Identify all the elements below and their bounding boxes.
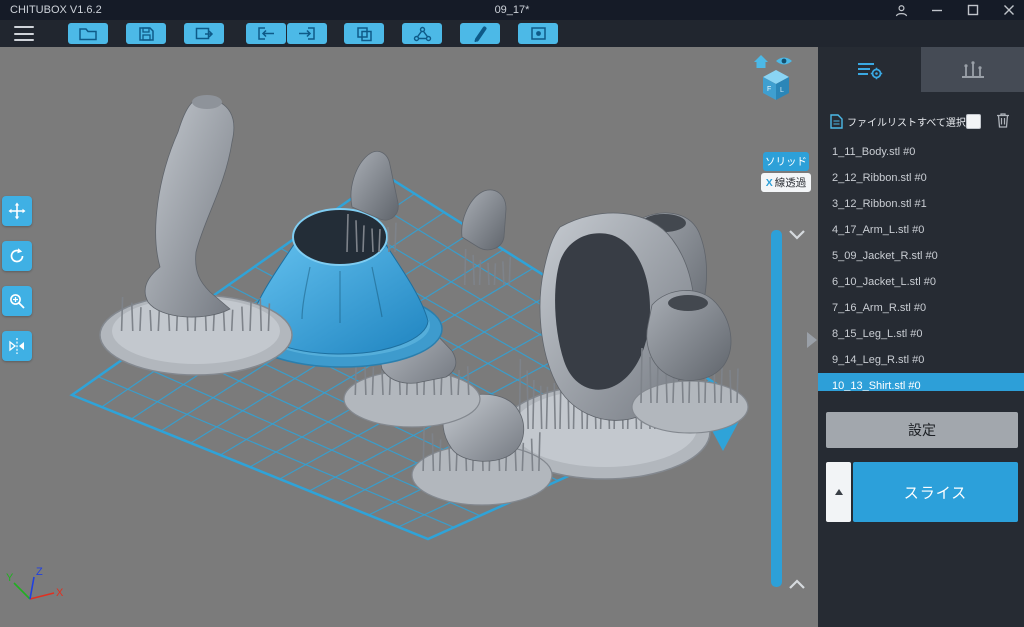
folder-icon [79,28,97,41]
render-mode-xray-button[interactable]: X 線透過 [761,173,811,192]
save-button[interactable] [126,23,166,44]
app-window: CHITUBOX V1.6.2 09_17* Y X Z F L ソリッド X … [0,0,1024,627]
rotate-tool-button[interactable] [2,241,32,271]
file-row[interactable]: 2_12_Ribbon.stl #0 [818,165,1024,191]
move-icon [8,202,26,220]
file-row-selected[interactable]: 10_13_Shirt.stl #0 [818,373,1024,391]
3d-viewport[interactable]: Y X Z [0,47,818,627]
minimize-button[interactable] [930,3,944,17]
3d-scene[interactable] [0,47,818,627]
tab-settings[interactable] [818,47,921,92]
tab-support[interactable] [921,47,1024,92]
select-all-label: ファイルリストすべて選択 [847,117,966,129]
slice-profile-dropdown[interactable] [826,462,851,522]
file-row[interactable]: 1_11_Body.stl #0 [818,139,1024,165]
svg-text:F: F [767,86,771,93]
support-pillars-icon [961,60,984,78]
panel-tabs [818,47,1024,92]
chevron-up-icon [834,489,843,495]
view-gizmo[interactable]: F L [752,52,802,102]
title-bar: CHITUBOX V1.6.2 09_17* [0,0,1024,20]
toolbar [0,20,1024,47]
scale-icon [10,294,25,309]
model-arm-left[interactable] [99,95,293,376]
open-file-button[interactable] [68,23,108,44]
rotate-icon [10,248,24,263]
support-edit-button[interactable] [402,23,442,44]
slider-top-chevron-icon[interactable] [789,229,805,241]
hollow-button[interactable] [460,23,500,44]
menu-icon[interactable] [14,26,34,41]
right-panel: ファイルリストすべて選択 1_11_Body.stl #0 2_12_Ribbo… [818,47,1024,627]
settings-button[interactable]: 設定 [826,412,1018,448]
perspective-eye-icon [776,57,792,65]
window-controls [894,0,1016,20]
arrow-out-right-icon [299,27,315,40]
arrow-into-left-icon [258,27,274,40]
dig-hole-icon [530,27,546,40]
screenshot-button[interactable] [184,23,224,44]
move-out-button[interactable] [287,23,327,44]
maximize-button[interactable] [966,3,980,17]
screenshot-icon [195,27,213,40]
file-row[interactable]: 4_17_Arm_L.stl #0 [818,217,1024,243]
user-account-icon[interactable] [894,3,908,17]
app-title: CHITUBOX V1.6.2 [10,4,102,16]
file-row[interactable]: 9_14_Leg_R.stl #0 [818,347,1024,373]
delete-trash-icon[interactable] [996,112,1010,128]
file-row[interactable]: 8_15_Leg_L.stl #0 [818,321,1024,347]
file-row[interactable]: 6_10_Jacket_L.stl #0 [818,269,1024,295]
file-row[interactable]: 7_16_Arm_R.stl #0 [818,295,1024,321]
move-tool-button[interactable] [2,196,32,226]
layer-slider[interactable] [771,230,782,587]
support-network-icon [413,26,431,41]
file-row[interactable]: 5_09_Jacket_R.stl #0 [818,243,1024,269]
slider-bottom-chevron-icon[interactable] [789,578,805,590]
slice-button[interactable]: スライス [853,462,1018,522]
hollow-pen-icon [474,26,487,42]
xray-x-glyph: X [765,176,773,189]
select-all-checkbox[interactable] [966,114,981,129]
settings-list-icon [857,62,882,79]
copy-icon [356,26,372,41]
copy-button[interactable] [344,23,384,44]
scale-tool-button[interactable] [2,286,32,316]
mirror-icon [9,338,24,354]
file-list-header: ファイルリストすべて選択 [818,109,1024,133]
file-row[interactable]: 3_12_Ribbon.stl #1 [818,191,1024,217]
move-in-button[interactable] [246,23,286,44]
mirror-tool-button[interactable] [2,331,32,361]
file-icon [830,113,843,129]
svg-text:L: L [780,87,784,94]
document-title: 09_17* [494,4,530,16]
file-list: 1_11_Body.stl #0 2_12_Ribbon.stl #0 3_12… [818,139,1024,391]
panel-collapse-arrow-icon[interactable] [806,331,818,349]
render-mode-solid-button[interactable]: ソリッド [763,152,809,171]
save-icon [138,26,154,41]
home-view-icon [754,55,768,68]
close-button[interactable] [1002,3,1016,17]
orientation-cube-icon: F L [763,70,789,100]
dig-hole-button[interactable] [518,23,558,44]
